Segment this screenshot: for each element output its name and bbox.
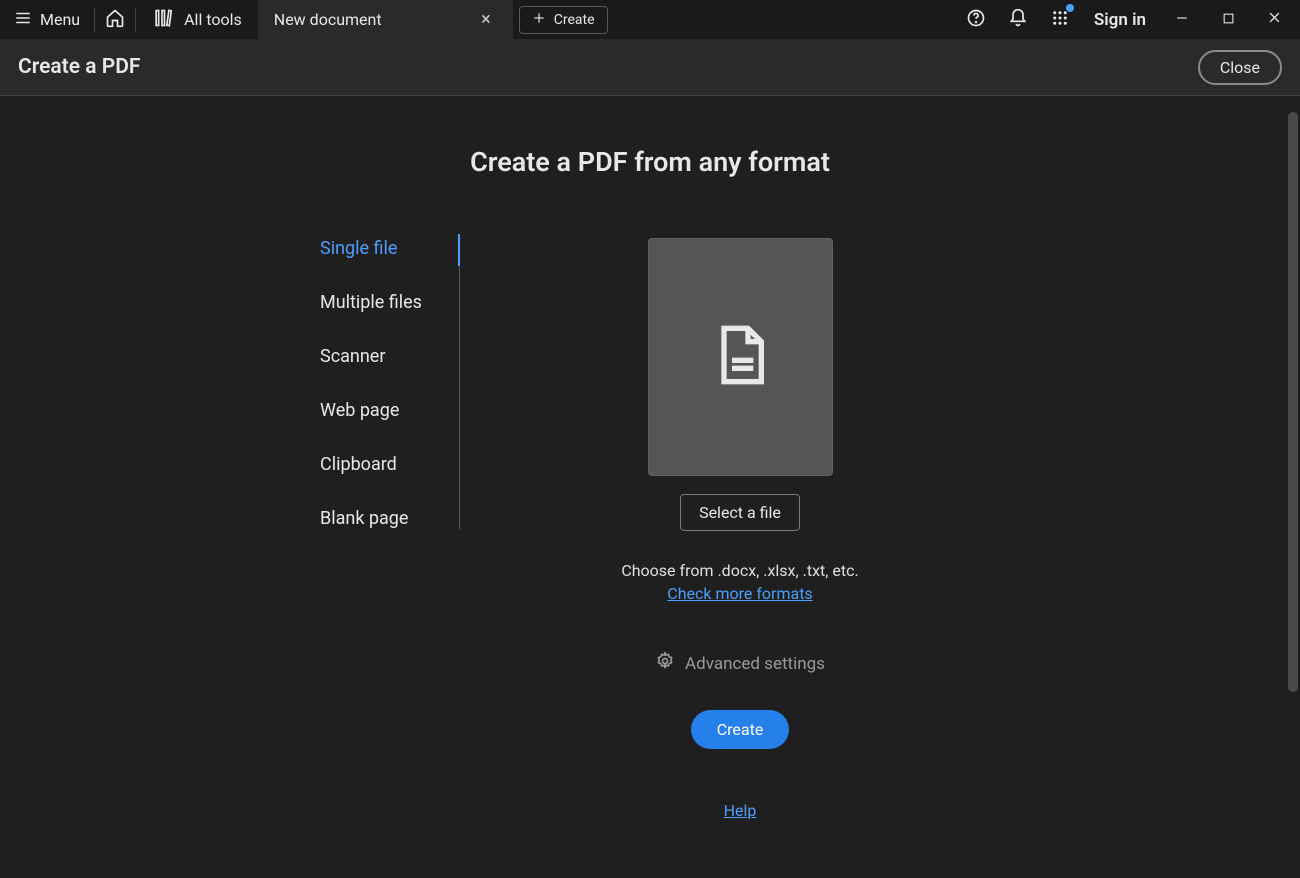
close-label: Close: [1220, 58, 1260, 77]
window-minimize-button[interactable]: [1160, 0, 1204, 39]
close-button[interactable]: Close: [1198, 50, 1282, 85]
center-panel: Select a file Choose from .docx, .xlsx, …: [500, 238, 980, 820]
create-button-top[interactable]: Create: [519, 6, 608, 34]
minimize-icon: [1175, 10, 1189, 29]
create-button[interactable]: Create: [691, 710, 790, 749]
all-tools-label: All tools: [184, 10, 242, 29]
bell-icon: [1008, 8, 1028, 32]
apps-grid-icon: [1051, 9, 1069, 31]
source-option-scanner[interactable]: Scanner: [320, 346, 443, 367]
right-icons: Sign in: [956, 0, 1300, 39]
notifications-button[interactable]: [998, 0, 1038, 39]
home-button[interactable]: [95, 0, 135, 39]
page-title: Create a PDF: [18, 55, 140, 79]
gear-icon: [655, 651, 675, 676]
document-icon: [708, 315, 772, 399]
source-option-blank-page[interactable]: Blank page: [320, 508, 443, 529]
tab-title: New document: [274, 10, 382, 29]
source-option-clipboard[interactable]: Clipboard: [320, 454, 443, 475]
help-button-top[interactable]: [956, 0, 996, 39]
menu-label: Menu: [40, 10, 80, 29]
advanced-label: Advanced settings: [685, 654, 825, 674]
plus-icon: [532, 11, 546, 29]
window-maximize-button[interactable]: [1206, 0, 1250, 39]
scrollbar-thumb[interactable]: [1288, 112, 1298, 692]
close-icon: ×: [481, 9, 491, 30]
select-file-label: Select a file: [699, 503, 781, 522]
menu-button[interactable]: Menu: [0, 0, 94, 39]
titlebar: Menu All tools New document × Create: [0, 0, 1300, 39]
source-list: Single file Multiple files Scanner Web p…: [320, 238, 460, 529]
check-formats-link[interactable]: Check more formats: [667, 584, 812, 603]
help-icon: [966, 8, 986, 32]
sign-in-button[interactable]: Sign in: [1082, 10, 1158, 30]
window-close-button[interactable]: [1252, 0, 1296, 39]
tools-icon: [152, 8, 172, 32]
source-option-multiple-files[interactable]: Multiple files: [320, 292, 443, 313]
tab-close-button[interactable]: ×: [475, 7, 497, 32]
all-tools-button[interactable]: All tools: [136, 0, 258, 39]
source-option-single-file[interactable]: Single file: [320, 238, 443, 259]
sign-in-label: Sign in: [1094, 10, 1146, 30]
home-icon: [105, 8, 125, 32]
create-label: Create: [717, 720, 764, 739]
format-hint: Choose from .docx, .xlsx, .txt, etc.: [621, 561, 858, 580]
main-content: Create a PDF from any format Single file…: [0, 96, 1300, 878]
main-heading: Create a PDF from any format: [470, 146, 830, 178]
help-link[interactable]: Help: [724, 801, 757, 820]
close-icon: [1267, 10, 1282, 29]
hamburger-icon: [14, 9, 32, 31]
select-file-button[interactable]: Select a file: [680, 494, 800, 531]
tab-new-document[interactable]: New document ×: [258, 0, 513, 39]
content-row: Single file Multiple files Scanner Web p…: [320, 238, 980, 820]
create-top-label: Create: [554, 12, 595, 28]
page-header: Create a PDF Close: [0, 39, 1300, 96]
advanced-settings-button[interactable]: Advanced settings: [655, 651, 825, 676]
file-preview-placeholder: [648, 238, 833, 476]
maximize-icon: [1222, 10, 1235, 29]
apps-button[interactable]: [1040, 0, 1080, 39]
source-option-web-page[interactable]: Web page: [320, 400, 443, 421]
